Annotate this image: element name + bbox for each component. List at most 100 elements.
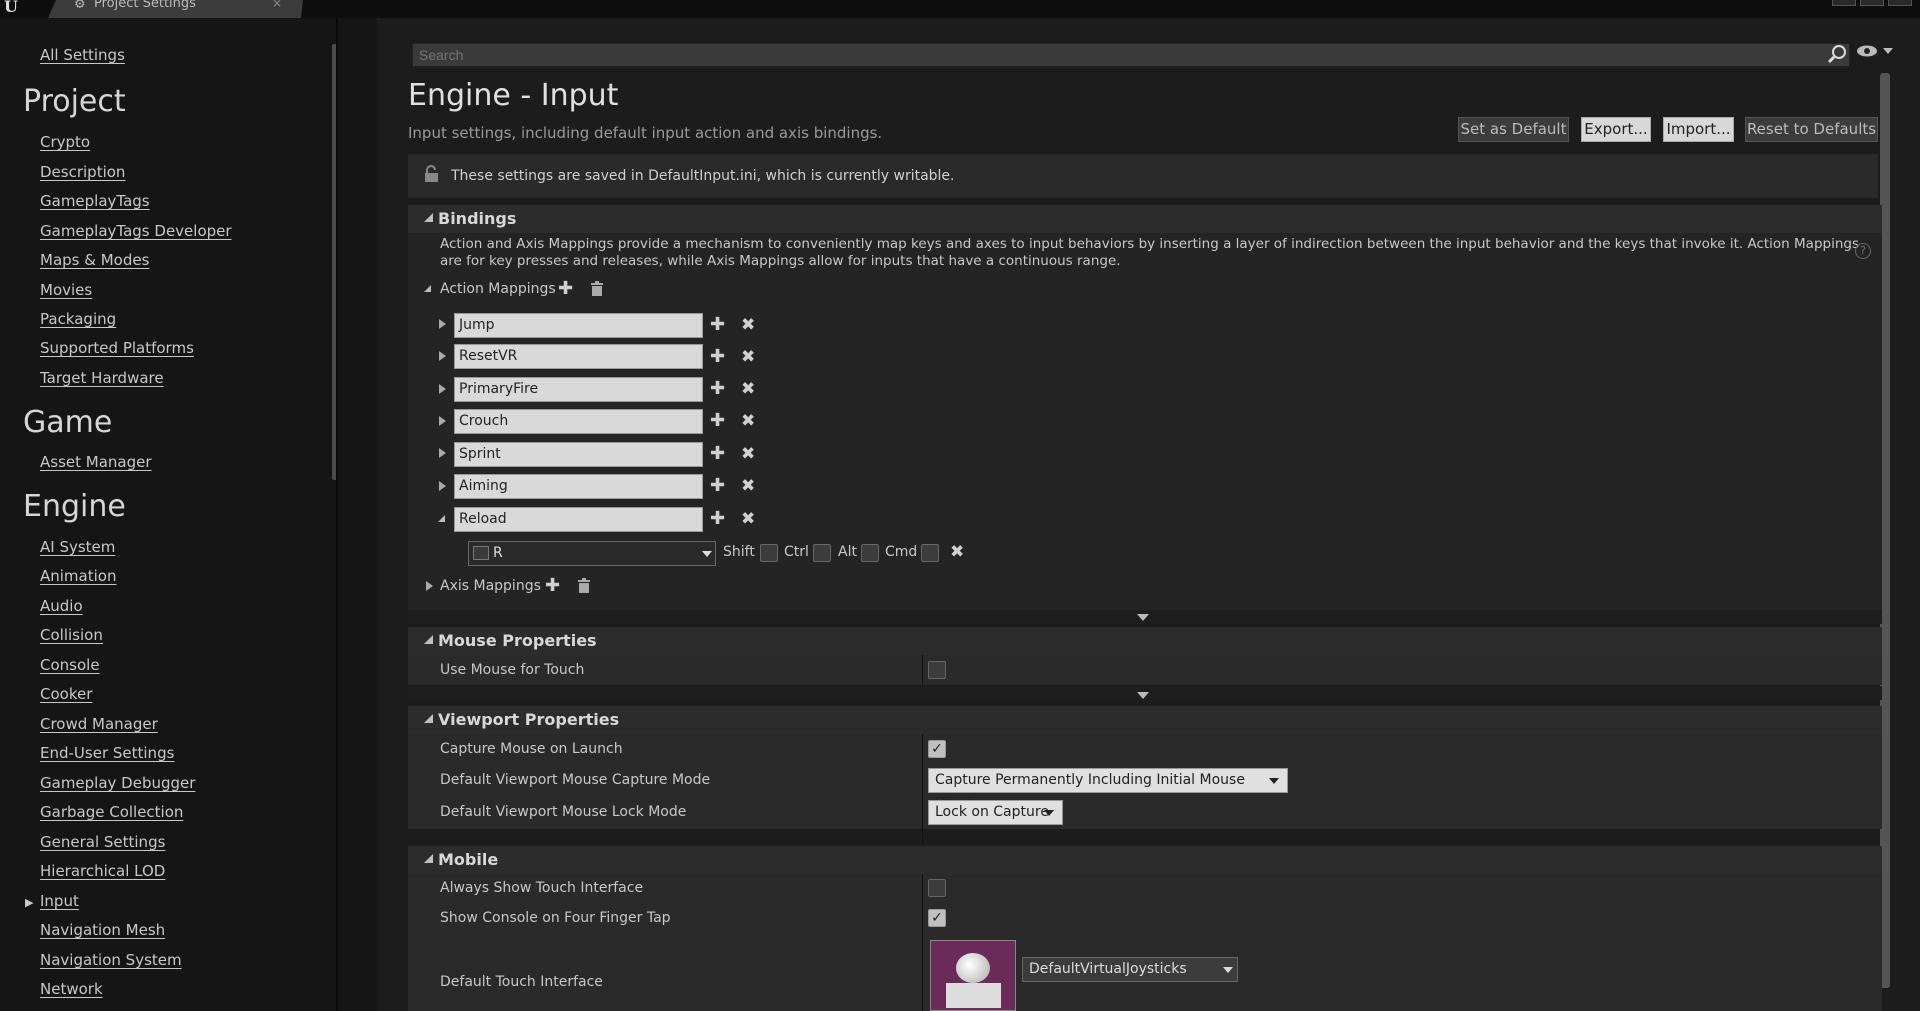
sidebar-item-crypto[interactable]: Crypto: [40, 133, 90, 151]
expand-advanced-icon[interactable]: [1137, 614, 1149, 621]
reset-to-defaults-button[interactable]: Reset to Defaults: [1745, 117, 1878, 142]
sidebar-item-crowd-manager[interactable]: Crowd Manager: [40, 715, 158, 733]
trash-icon[interactable]: [590, 281, 604, 300]
action-mapping-resetvr[interactable]: ResetVR: [454, 344, 703, 369]
sidebar-item-garbage-collection[interactable]: Garbage Collection: [40, 803, 183, 821]
action-mapping-primaryfire[interactable]: PrimaryFire: [454, 377, 703, 402]
section-header-mouse-properties[interactable]: Mouse Properties: [408, 627, 1882, 655]
action-mapping-crouch[interactable]: Crouch: [454, 409, 703, 434]
sidebar-item-navigation-mesh[interactable]: Navigation Mesh: [40, 921, 165, 939]
sidebar-item-movies[interactable]: Movies: [40, 281, 92, 299]
sidebar-item-cooker[interactable]: Cooker: [40, 685, 92, 703]
ctrl-checkbox[interactable]: [813, 544, 831, 562]
action-mapping-reload[interactable]: Reload: [454, 507, 703, 532]
sidebar-item-ai-system[interactable]: AI System: [40, 538, 115, 556]
remove-key-icon[interactable]: ✖: [950, 544, 964, 561]
console-four-finger-checkbox[interactable]: ✓: [928, 909, 946, 927]
section-header-viewport-properties[interactable]: Viewport Properties: [408, 706, 1882, 734]
sidebar-item-asset-manager[interactable]: Asset Manager: [40, 453, 152, 471]
lock-mode-dropdown[interactable]: Lock on Capture: [928, 800, 1063, 825]
use-mouse-for-touch-checkbox[interactable]: [928, 661, 946, 679]
key-selector[interactable]: R: [468, 541, 716, 566]
always-show-touch-checkbox[interactable]: [928, 879, 946, 897]
export-button[interactable]: Export...: [1581, 117, 1651, 142]
section-header-bindings[interactable]: Bindings: [408, 205, 1882, 233]
capture-mode-dropdown[interactable]: Capture Permanently Including Initial Mo…: [928, 768, 1288, 811]
column-divider[interactable]: [922, 655, 923, 685]
trash-icon[interactable]: [577, 578, 591, 597]
sidebar-item-gameplaytags-developer[interactable]: GameplayTags Developer: [40, 222, 232, 240]
remove-mapping-icon[interactable]: ✖: [741, 478, 755, 495]
alt-checkbox[interactable]: [861, 544, 879, 562]
action-mapping-sprint[interactable]: Sprint: [454, 442, 703, 467]
sidebar-item-collision[interactable]: Collision: [40, 626, 103, 644]
tab-project-settings[interactable]: ⚙ Project Settings ×: [48, 0, 303, 18]
add-key-icon[interactable]: ✚: [710, 380, 725, 398]
maximize-button[interactable]: [1860, 0, 1884, 6]
add-axis-mapping-icon[interactable]: ✚: [545, 577, 560, 595]
asset-thumbnail[interactable]: [930, 940, 1016, 1011]
default-touch-dropdown[interactable]: DefaultVirtualJoysticks: [1022, 957, 1238, 982]
sidebar-item-input[interactable]: Input: [40, 892, 79, 910]
sidebar-item-gameplaytags[interactable]: GameplayTags: [40, 192, 150, 210]
sidebar-item-hierarchical-lod[interactable]: Hierarchical LOD: [40, 862, 165, 880]
view-options-caret-icon[interactable]: [1883, 48, 1893, 54]
sidebar-item-gameplay-debugger[interactable]: Gameplay Debugger: [40, 774, 195, 792]
search-input[interactable]: [412, 43, 1850, 67]
sidebar-item-description[interactable]: Description: [40, 163, 125, 181]
collapse-arrow-icon[interactable]: [424, 714, 433, 723]
remove-mapping-icon[interactable]: ✖: [741, 317, 755, 334]
sidebar-item-audio[interactable]: Audio: [40, 597, 83, 615]
add-key-icon[interactable]: ✚: [710, 445, 725, 463]
column-divider[interactable]: [922, 874, 923, 1011]
remove-mapping-icon[interactable]: ✖: [741, 511, 755, 528]
add-key-icon[interactable]: ✚: [710, 412, 725, 430]
import-button[interactable]: Import...: [1663, 117, 1734, 142]
search-icon[interactable]: [1826, 44, 1848, 66]
expand-aiming-icon[interactable]: [439, 481, 446, 491]
sidebar-all-settings[interactable]: All Settings: [40, 46, 125, 64]
action-mapping-jump[interactable]: Jump: [454, 313, 703, 338]
sidebar-item-maps-modes[interactable]: Maps & Modes: [40, 251, 149, 269]
sidebar-item-target-hardware[interactable]: Target Hardware: [40, 369, 164, 387]
collapse-reload-icon[interactable]: [438, 515, 445, 522]
capture-mouse-checkbox[interactable]: ✓: [928, 740, 946, 758]
minimize-button[interactable]: [1832, 0, 1856, 6]
sidebar-item-end-user-settings[interactable]: End-User Settings: [40, 744, 174, 762]
collapse-arrow-icon[interactable]: [424, 213, 433, 222]
expand-axis-mappings-icon[interactable]: [426, 581, 433, 591]
cmd-checkbox[interactable]: [921, 544, 939, 562]
action-mapping-aiming[interactable]: Aiming: [454, 474, 703, 499]
remove-mapping-icon[interactable]: ✖: [741, 413, 755, 430]
set-as-default-button[interactable]: Set as Default: [1458, 117, 1569, 142]
expand-crouch-icon[interactable]: [439, 416, 446, 426]
collapse-arrow-icon[interactable]: [424, 635, 433, 644]
add-key-icon[interactable]: ✚: [710, 348, 725, 366]
sidebar-item-network[interactable]: Network: [40, 980, 103, 998]
tab-close-icon[interactable]: ×: [272, 0, 282, 9]
column-divider[interactable]: [922, 734, 923, 844]
expand-sprint-icon[interactable]: [439, 448, 446, 458]
sidebar-divider[interactable]: [336, 18, 338, 1011]
add-key-icon[interactable]: ✚: [710, 477, 725, 495]
chevron-down-icon[interactable]: [702, 551, 712, 557]
action-mappings-collapse-icon[interactable]: [424, 285, 431, 292]
add-key-icon[interactable]: ✚: [710, 510, 725, 528]
eye-icon[interactable]: [1856, 44, 1878, 62]
close-window-button[interactable]: [1888, 0, 1912, 6]
expand-advanced-icon[interactable]: [1137, 692, 1149, 699]
section-header-mobile[interactable]: Mobile: [408, 846, 1882, 874]
help-icon[interactable]: ?: [1855, 243, 1871, 259]
expand-primaryfire-icon[interactable]: [439, 384, 446, 394]
add-key-icon[interactable]: ✚: [710, 316, 725, 334]
collapse-arrow-icon[interactable]: [424, 854, 433, 863]
sidebar-item-packaging[interactable]: Packaging: [40, 310, 116, 328]
shift-checkbox[interactable]: [760, 544, 778, 562]
sidebar-item-general-settings[interactable]: General Settings: [40, 833, 165, 851]
remove-mapping-icon[interactable]: ✖: [741, 349, 755, 366]
expand-resetvr-icon[interactable]: [439, 351, 446, 361]
sidebar-item-animation[interactable]: Animation: [40, 567, 116, 585]
expand-jump-icon[interactable]: [439, 319, 446, 329]
add-action-mapping-icon[interactable]: ✚: [558, 280, 573, 298]
sidebar-item-supported-platforms[interactable]: Supported Platforms: [40, 339, 194, 357]
